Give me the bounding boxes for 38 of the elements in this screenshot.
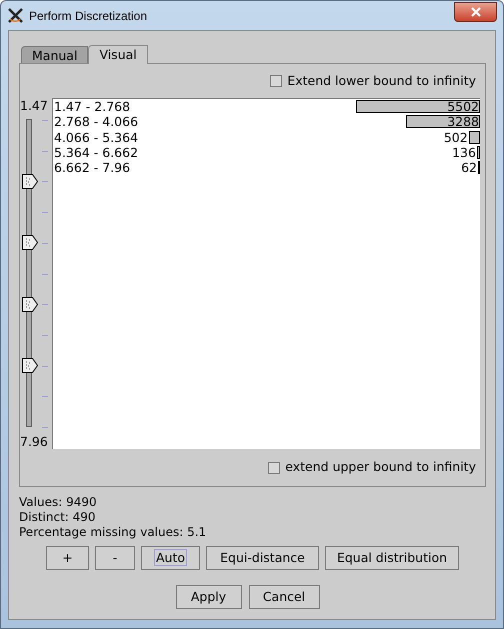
checkbox-label: Extend lower bound to infinity bbox=[287, 72, 476, 90]
bin-bar bbox=[468, 130, 480, 144]
tool-button[interactable]: - bbox=[95, 546, 135, 570]
dialog-button[interactable]: Cancel bbox=[248, 585, 320, 609]
bin-count: 136 bbox=[452, 145, 476, 160]
bin-range: 6.662 - 7.96 bbox=[53, 160, 130, 176]
tab[interactable]: Visual bbox=[88, 45, 148, 64]
slider-max-label: 7.96 bbox=[20, 434, 48, 449]
checkbox[interactable] bbox=[270, 75, 282, 87]
slider-thumb[interactable] bbox=[22, 358, 38, 374]
window-title: Perform Discretization bbox=[29, 8, 148, 24]
tool-button[interactable]: Equi-distance bbox=[206, 546, 319, 570]
slider-thumb[interactable] bbox=[22, 235, 38, 250]
slider-min-label: 1.47 bbox=[20, 98, 48, 113]
bin-range: 5.364 - 6.662 bbox=[53, 145, 138, 160]
stat-text: Distinct: 490 bbox=[19, 510, 97, 525]
bin-range: 2.768 - 4.066 bbox=[53, 114, 138, 130]
bin-count: 502 bbox=[444, 130, 468, 145]
bin-count: 5502 bbox=[447, 99, 480, 114]
slider-thumb[interactable] bbox=[22, 296, 38, 312]
tab[interactable]: Manual bbox=[21, 46, 88, 63]
checkbox[interactable] bbox=[268, 462, 280, 474]
bin-bar bbox=[476, 146, 480, 160]
slider-thumb[interactable] bbox=[22, 174, 38, 189]
stat-text: Values: 9490 bbox=[19, 495, 98, 510]
bin-count: 62 bbox=[461, 160, 477, 176]
tool-button[interactable]: + bbox=[46, 546, 89, 570]
app-logo-icon bbox=[7, 7, 24, 24]
bin-range: 1.47 - 2.768 bbox=[53, 99, 130, 114]
stat-text: Percentage missing values: 5.1 bbox=[19, 525, 208, 540]
close-icon bbox=[470, 6, 480, 16]
checkbox-label: extend upper bound to infinity bbox=[285, 458, 476, 476]
bin-count: 3288 bbox=[447, 114, 480, 130]
tool-button[interactable]: Auto bbox=[141, 546, 200, 570]
close-button[interactable] bbox=[454, 2, 497, 22]
dialog-button[interactable]: Apply bbox=[176, 585, 242, 609]
bin-range: 4.066 - 5.364 bbox=[53, 130, 138, 145]
tool-button[interactable]: Equal distribution bbox=[325, 546, 459, 570]
